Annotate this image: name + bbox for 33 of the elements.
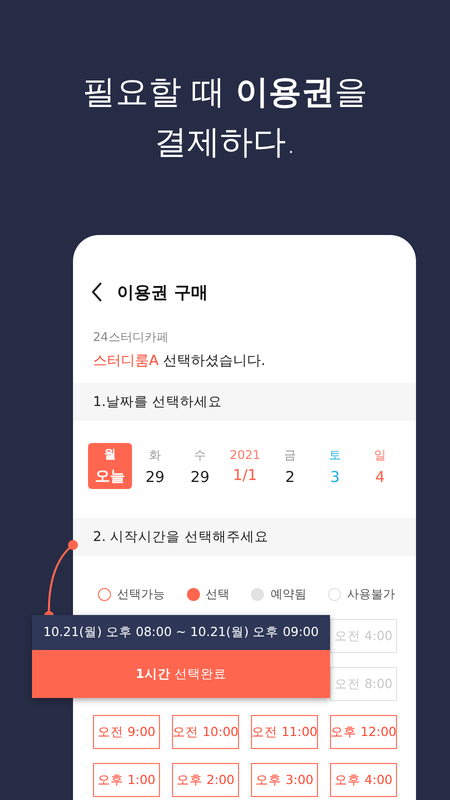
- time-slot[interactable]: 오후 1:00: [93, 763, 160, 797]
- date-option[interactable]: 수 29: [178, 443, 222, 489]
- status-dot-icon: [186, 588, 200, 601]
- confirm-button[interactable]: 1시간 선택완료: [32, 650, 330, 698]
- time-slot[interactable]: 오전 9:00: [93, 715, 160, 749]
- back-icon[interactable]: [91, 282, 103, 302]
- section-header: 1.날짜를 선택하세요: [73, 383, 416, 421]
- legend-label: 선택: [206, 586, 230, 603]
- date-option[interactable]: 금 2: [268, 443, 312, 489]
- headline-text: 필요할 때 이용권을: [82, 71, 368, 113]
- legend-label: 사용불가: [347, 586, 396, 603]
- time-slot[interactable]: 오후 12:00: [330, 715, 397, 749]
- section-header: 2. 시작시간을 선택해주세요: [73, 518, 416, 556]
- status-dot-icon: [98, 588, 111, 601]
- date-option[interactable]: 일 4: [358, 443, 402, 489]
- legend-label: 예약됨: [270, 586, 306, 603]
- status-dot-icon: [251, 588, 264, 601]
- page-title: 이용권 구매: [117, 282, 208, 304]
- date-option[interactable]: 화 29: [133, 443, 177, 489]
- time-slot[interactable]: 오후 3:00: [251, 763, 318, 797]
- selection-message: 스터디룸A 선택하셨습니다.: [93, 352, 266, 370]
- cafe-name: 24스터디카페: [93, 329, 170, 346]
- date-option[interactable]: 토 3: [313, 443, 357, 489]
- time-slot[interactable]: 오전 10:00: [172, 715, 239, 749]
- date-option[interactable]: 2021 1/1: [223, 443, 267, 489]
- time-slot[interactable]: 오후 2:00: [172, 763, 239, 797]
- status-dot-icon: [328, 588, 342, 601]
- legend-label: 선택가능: [116, 586, 165, 603]
- date-option[interactable]: 월 오늘: [88, 443, 132, 489]
- time-slot[interactable]: 오전 11:00: [251, 715, 318, 749]
- time-range-bar: 10.21(월) 오후 08:00 ~ 10.21(월) 오후 09:00: [32, 615, 330, 650]
- headline-text: 결제하다.: [154, 121, 296, 163]
- time-slot[interactable]: 오후 4:00: [330, 763, 397, 797]
